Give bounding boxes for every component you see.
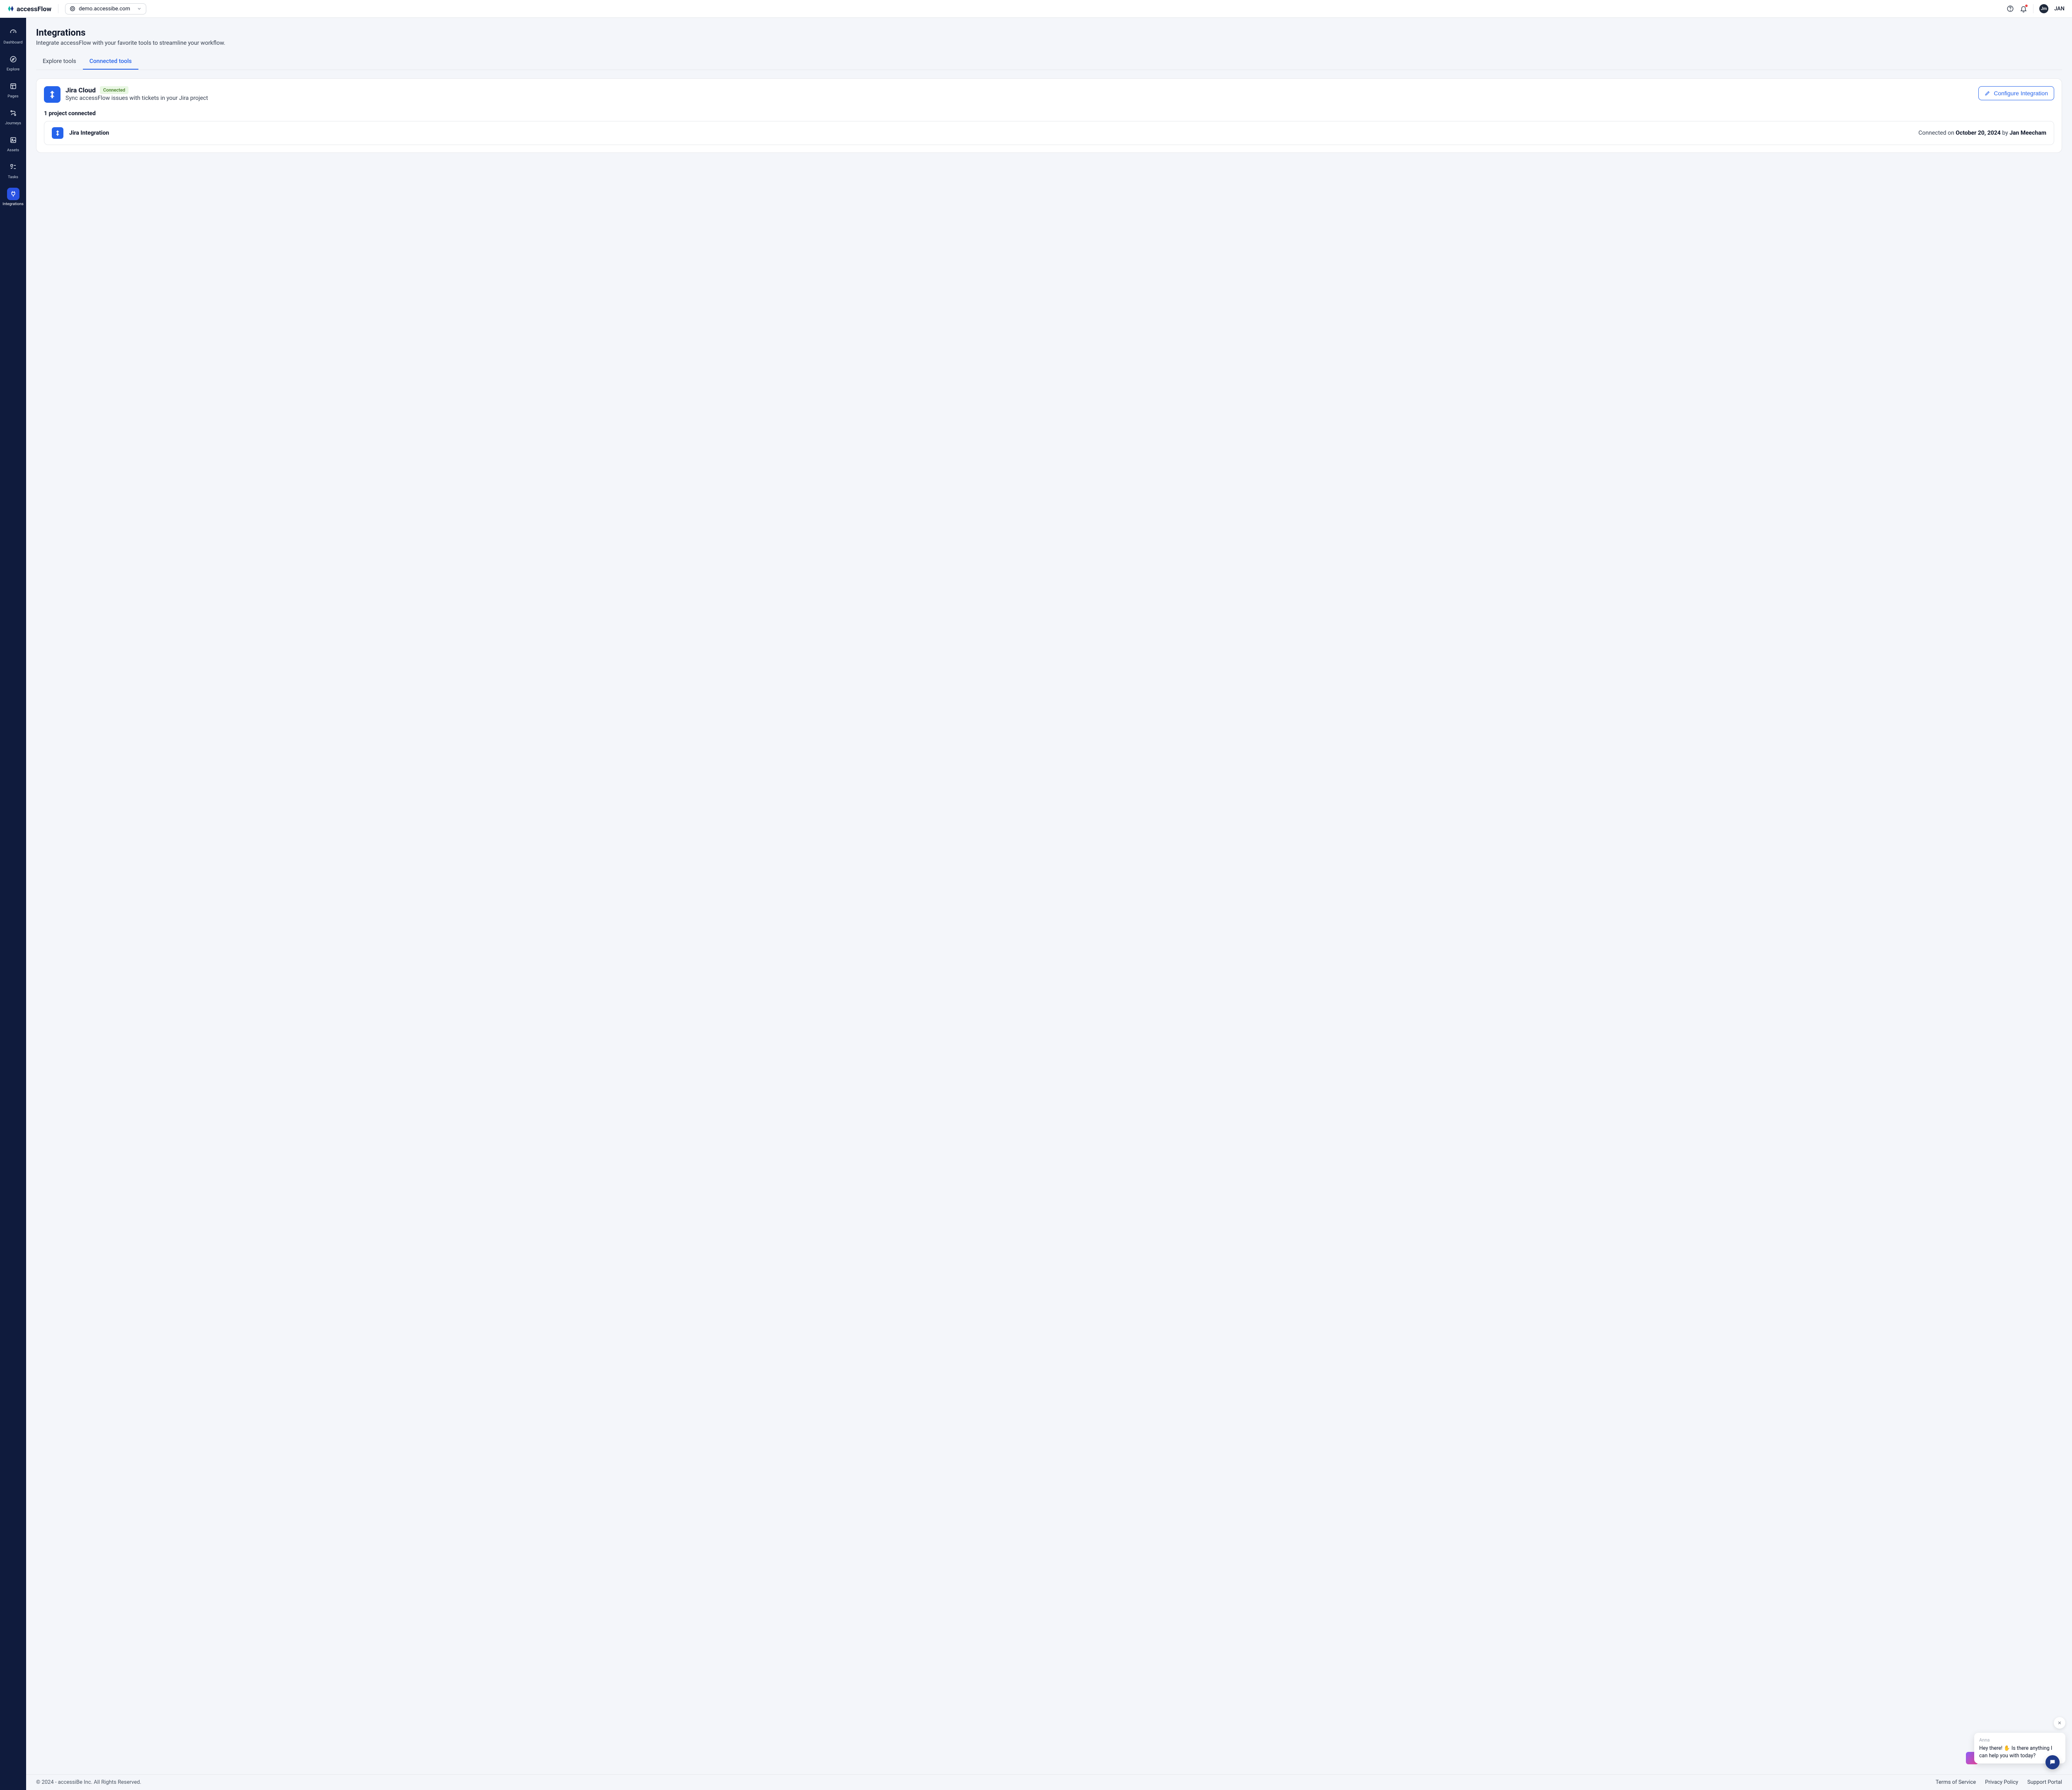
notification-dot-icon [2025,4,2028,7]
sidebar-item-integrations[interactable]: Integrations [2,185,24,209]
brand-logo[interactable]: accessFlow [7,5,51,13]
jira-logo [44,86,61,103]
sidebar-item-label: Assets [7,148,19,152]
sidebar-item-tasks[interactable]: Tasks [2,158,24,182]
jira-icon [48,90,57,99]
jira-icon [54,130,61,136]
status-badge: Connected [100,86,128,94]
help-button[interactable] [2007,5,2014,12]
tab-connected-tools[interactable]: Connected tools [83,54,138,70]
chat-icon [2049,1759,2056,1766]
target-icon [70,6,75,12]
sidebar-item-journeys[interactable]: Journeys [2,104,24,128]
project-meta-by: by [2001,130,2009,136]
chat-close-button[interactable] [2054,1717,2065,1729]
image-icon [10,136,17,144]
main-content: Integrations Integrate accessFlow with y… [26,18,2072,1790]
user-name-label: JAN [2054,6,2065,12]
integration-description: Sync accessFlow issues with tickets in y… [65,95,208,102]
topbar: accessFlow demo.accessibe.com Jm JAN [0,0,2072,18]
project-meta: Connected on October 20, 2024 by Jan Mee… [1918,130,2046,136]
chat-launcher-button[interactable] [2045,1755,2060,1769]
project-count: 1 project connected [44,110,2054,117]
integration-header: Jira Cloud Connected Sync accessFlow iss… [44,86,2054,103]
integration-title-row: Jira Cloud Connected [65,86,208,94]
project-left: Jira Integration [52,127,109,139]
sidebar: Dashboard Explore Pages Journeys Assets … [0,18,26,1790]
configure-integration-button[interactable]: Configure Integration [1978,86,2054,100]
sidebar-item-label: Tasks [8,175,18,179]
tabs: Explore tools Connected tools [36,54,2062,70]
sidebar-item-label: Journeys [5,121,21,126]
sidebar-item-assets[interactable]: Assets [2,131,24,155]
footer-link-terms[interactable]: Terms of Service [1936,1779,1976,1785]
page-subtitle: Integrate accessFlow with your favorite … [36,40,2062,46]
route-icon [10,109,17,117]
topbar-right: Jm JAN [2007,4,2065,13]
sidebar-item-label: Integrations [2,202,24,206]
integration-text: Jira Cloud Connected Sync accessFlow iss… [65,86,208,102]
sidebar-item-label: Pages [7,94,18,99]
gauge-icon [10,29,17,36]
brand-mark-icon [7,5,14,12]
footer: © 2024 - accessiBe Inc. All Rights Reser… [26,1774,2072,1790]
footer-copyright: © 2024 - accessiBe Inc. All Rights Reser… [36,1779,141,1785]
page-title: Integrations [36,28,2062,38]
integration-title: Jira Cloud [65,86,96,94]
project-meta-date: October 20, 2024 [1956,130,2001,136]
sidebar-item-pages[interactable]: Pages [2,77,24,101]
integration-header-left: Jira Cloud Connected Sync accessFlow iss… [44,86,208,103]
chat-agent-name: Anna [1979,1737,2060,1743]
integration-card: Jira Cloud Connected Sync accessFlow iss… [36,78,2062,153]
tab-explore-tools[interactable]: Explore tools [36,54,83,70]
pencil-icon [1985,90,1990,96]
brand-name: accessFlow [17,5,51,13]
sidebar-item-label: Dashboard [4,40,23,45]
project-name: Jira Integration [69,130,109,136]
tasks-icon [10,163,17,171]
project-meta-prefix: Connected on [1918,130,1956,136]
close-icon [2057,1720,2062,1725]
sidebar-item-label: Explore [7,67,19,72]
footer-link-support[interactable]: Support Portal [2027,1779,2062,1785]
footer-link-privacy[interactable]: Privacy Policy [1985,1779,2018,1785]
footer-links: Terms of Service Privacy Policy Support … [1936,1779,2062,1785]
chevron-down-icon [137,6,142,11]
content-scroll: Integrations Integrate accessFlow with y… [26,18,2072,1774]
plug-icon [10,190,17,198]
topbar-left: accessFlow demo.accessibe.com [7,3,146,15]
domain-picker-value: demo.accessibe.com [79,6,130,12]
sidebar-item-explore[interactable]: Explore [2,51,24,74]
compass-icon [10,56,17,63]
project-row: Jira Integration Connected on October 20… [44,121,2054,145]
layout-icon [10,82,17,90]
sidebar-item-dashboard[interactable]: Dashboard [2,24,24,47]
project-meta-author: Jan Meecham [2009,130,2046,136]
domain-picker[interactable]: demo.accessibe.com [65,3,146,15]
configure-label: Configure Integration [1994,90,2048,97]
help-icon [2007,5,2014,12]
user-avatar[interactable]: Jm [2039,4,2048,13]
notifications-button[interactable] [2020,5,2027,12]
main-layout: Dashboard Explore Pages Journeys Assets … [0,18,2072,1790]
project-logo [52,127,63,139]
